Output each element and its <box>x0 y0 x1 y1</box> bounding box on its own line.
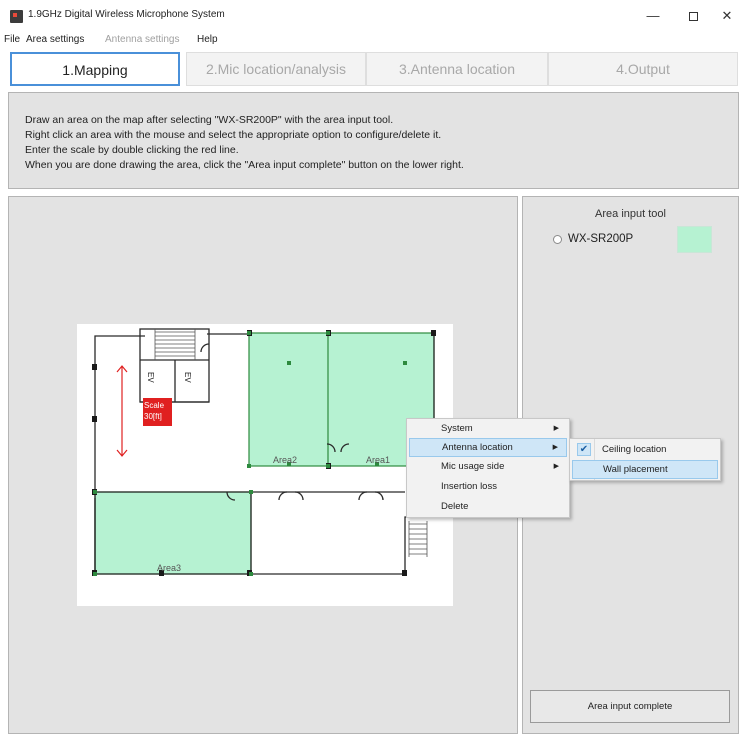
context-item-label: Antenna location <box>442 442 513 453</box>
submenu-arrow-icon: ▶ <box>553 425 559 432</box>
tab-bar: 1.Mapping 2.Mic location/analysis 3.Ante… <box>8 52 739 86</box>
app-window: 1.9GHz Digital Wireless Microphone Syste… <box>0 0 745 740</box>
submenu-arrow-icon: ▶ <box>552 444 558 451</box>
submenu-item-label: Ceiling location <box>602 444 667 455</box>
ev-label-right: EV <box>183 372 192 383</box>
context-item-label: System <box>441 423 473 434</box>
submenu-item-label: Wall placement <box>603 464 668 475</box>
instruction-line: Right click an area with the mouse and s… <box>25 129 442 141</box>
instructions-panel: Draw an area on the map after selecting … <box>8 92 739 189</box>
tab-output[interactable]: 4.Output <box>548 52 738 86</box>
context-item-mic-usage-side[interactable]: Mic usage side ▶ <box>409 457 567 476</box>
ev-label-left: EV <box>146 372 155 383</box>
context-item-delete[interactable]: Delete <box>409 497 567 516</box>
minimize-button[interactable]: — <box>638 6 668 26</box>
area-color-swatch <box>677 226 712 253</box>
context-item-label: Mic usage side <box>441 461 505 472</box>
menu-area-settings[interactable]: Area settings <box>26 34 84 45</box>
scale-label: Scale 30[ft] <box>144 400 164 422</box>
check-icon: ✔ <box>577 443 591 456</box>
area1-label: Area1 <box>366 455 391 465</box>
submenu-item-wall-placement[interactable]: Wall placement <box>572 460 718 479</box>
context-item-label: Delete <box>441 501 469 512</box>
area-tool-title: Area input tool <box>595 208 666 220</box>
context-item-antenna-location[interactable]: Antenna location ▶ <box>409 438 567 457</box>
antenna-location-submenu: ✔ Ceiling location Wall placement <box>569 438 721 481</box>
instruction-line: Draw an area on the map after selecting … <box>25 114 394 126</box>
context-item-insertion-loss[interactable]: Insertion loss <box>409 477 567 496</box>
menu-file[interactable]: File <box>4 34 20 45</box>
menu-help[interactable]: Help <box>197 34 218 45</box>
area3-shape[interactable] <box>94 491 252 575</box>
scale-label-line1: Scale <box>144 401 165 410</box>
floor-plan[interactable]: EV EV Scale 30[ft] Area1 Area2 Area3 <box>77 324 453 606</box>
area3-label: Area3 <box>157 563 182 573</box>
close-button[interactable]: ✕ <box>712 6 742 26</box>
menu-antenna-settings[interactable]: Antenna settings <box>105 34 180 45</box>
area-input-complete-button[interactable]: Area input complete <box>530 690 730 723</box>
context-item-label: Insertion loss <box>441 481 497 492</box>
window-title: 1.9GHz Digital Wireless Microphone Syste… <box>28 9 225 20</box>
tab-mic-location[interactable]: 2.Mic location/analysis <box>186 52 366 86</box>
menu-bar: File Area settings Antenna settings Help <box>0 32 745 48</box>
maximize-icon <box>688 12 698 22</box>
instruction-line: When you are done drawing the area, clic… <box>25 159 464 171</box>
app-icon <box>10 10 23 23</box>
instruction-line: Enter the scale by double clicking the r… <box>25 144 239 156</box>
tab-antenna-location[interactable]: 3.Antenna location <box>366 52 548 86</box>
context-item-system[interactable]: System ▶ <box>409 419 567 438</box>
submenu-arrow-icon: ▶ <box>553 463 559 470</box>
submenu-item-ceiling-location[interactable]: ✔ Ceiling location <box>572 440 718 459</box>
maximize-button[interactable] <box>678 6 708 26</box>
title-bar: 1.9GHz Digital Wireless Microphone Syste… <box>0 0 745 32</box>
wx-sr200p-radio[interactable] <box>553 235 562 244</box>
area2-label: Area2 <box>273 455 298 465</box>
wx-sr200p-label[interactable]: WX-SR200P <box>568 233 633 245</box>
floor-plan-drawing <box>92 328 436 576</box>
scale-label-line2: 30[ft] <box>144 412 162 421</box>
tab-mapping[interactable]: 1.Mapping <box>10 52 180 86</box>
area2-shape[interactable] <box>248 332 330 467</box>
context-menu: System ▶ Antenna location ▶ Mic usage si… <box>406 418 570 518</box>
